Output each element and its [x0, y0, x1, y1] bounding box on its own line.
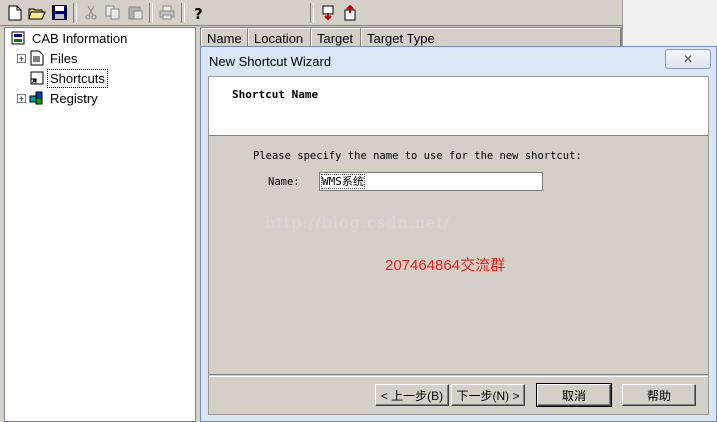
tree-root-label: CAB Information — [32, 30, 128, 46]
new-file-icon[interactable] — [4, 2, 26, 24]
name-label: Name: — [268, 176, 300, 188]
group-number-text: 207464864交流群 — [385, 257, 506, 274]
back-button[interactable]: < 上一步(B) — [375, 384, 449, 406]
save-icon[interactable] — [48, 2, 70, 24]
next-button[interactable]: 下一步(N) > — [451, 384, 525, 406]
files-icon — [29, 50, 45, 66]
tree-item-files[interactable]: + Files — [17, 49, 79, 67]
registry-icon — [29, 90, 45, 106]
column-header-target-type[interactable]: Target Type — [361, 28, 621, 48]
tree-view[interactable]: CAB Information + Files Shortcuts + Regi… — [4, 27, 196, 422]
help-button[interactable]: 帮助 — [622, 384, 696, 406]
dialog-title: New Shortcut Wizard — [209, 54, 332, 69]
print-icon[interactable] — [156, 2, 178, 24]
prompt-text: Please specify the name to use for the n… — [253, 150, 582, 162]
button-separator — [209, 374, 708, 377]
build-icon[interactable] — [339, 2, 361, 24]
shortcut-name-value: WMS系统 — [321, 174, 365, 189]
toolbar-separator — [310, 2, 314, 23]
dialog-client-area: Shortcut Name Please specify the name to… — [208, 76, 709, 415]
tree-item-label: Shortcuts — [47, 68, 108, 88]
shortcut-name-input[interactable]: WMS系统 — [319, 172, 543, 191]
watermark-text: http://blog.csdn.net/ — [265, 213, 451, 232]
tree-item-label: Registry — [50, 90, 98, 106]
column-header-location[interactable]: Location — [248, 28, 311, 48]
toolbar-separator — [149, 2, 153, 23]
expand-icon[interactable]: + — [17, 53, 26, 63]
cancel-button[interactable]: 取消 — [536, 383, 612, 407]
tree-item-label: Files — [50, 50, 78, 66]
cab-information-icon — [11, 30, 27, 46]
wizard-banner: Shortcut Name — [209, 77, 708, 136]
toolbar-separator — [181, 2, 185, 23]
toolbar-separator — [73, 2, 77, 23]
copy-icon[interactable] — [102, 2, 124, 24]
column-header-name[interactable]: Name — [201, 28, 248, 48]
banner-title: Shortcut Name — [232, 88, 319, 101]
close-button[interactable]: ✕ — [665, 49, 711, 69]
column-header-target[interactable]: Target — [311, 28, 361, 48]
tree-item-shortcuts[interactable]: Shortcuts — [29, 68, 108, 88]
close-icon: ✕ — [682, 52, 694, 66]
toolbar: ? — [0, 0, 622, 26]
cut-icon[interactable] — [80, 2, 102, 24]
list-header: Name Location Target Target Type — [201, 28, 621, 48]
tree-item-registry[interactable]: + Registry — [17, 89, 100, 107]
open-folder-icon[interactable] — [26, 2, 48, 24]
help-icon[interactable]: ? — [188, 2, 210, 24]
tree-root[interactable]: CAB Information — [11, 29, 129, 47]
new-shortcut-wizard-dialog: New Shortcut Wizard ✕ Shortcut Name Plea… — [200, 46, 717, 422]
paste-icon[interactable] — [124, 2, 146, 24]
shortcuts-icon — [29, 70, 45, 86]
svg-text:?: ? — [194, 5, 203, 21]
expand-icon[interactable]: + — [17, 93, 26, 103]
generate-icon[interactable] — [317, 2, 339, 24]
